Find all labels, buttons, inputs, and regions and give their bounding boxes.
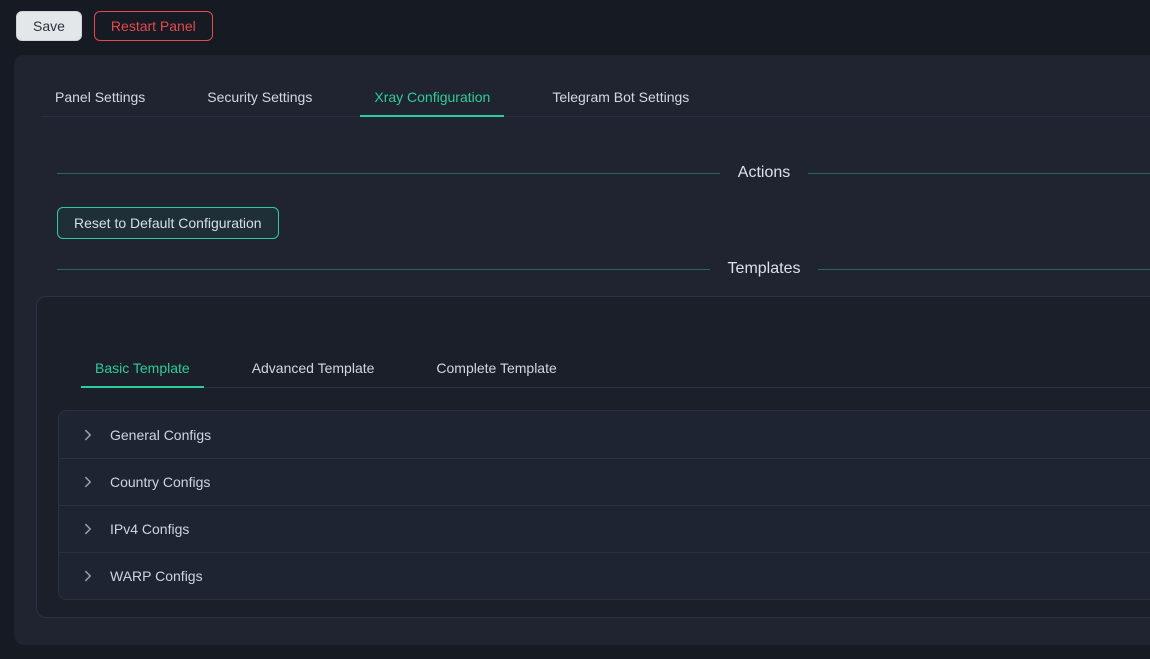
tab-complete-template[interactable]: Complete Template [422, 350, 570, 387]
tab-panel-settings[interactable]: Panel Settings [41, 79, 159, 116]
restart-panel-button[interactable]: Restart Panel [94, 11, 213, 41]
chevron-right-icon [82, 429, 94, 441]
chevron-right-icon [82, 476, 94, 488]
collapse-label: WARP Configs [110, 568, 203, 584]
settings-tab-bar: Panel Settings Security Settings Xray Co… [41, 79, 1150, 117]
tab-basic-template[interactable]: Basic Template [81, 350, 204, 387]
tab-xray-configuration[interactable]: Xray Configuration [360, 79, 504, 116]
collapse-label: General Configs [110, 427, 211, 443]
settings-card: Panel Settings Security Settings Xray Co… [14, 55, 1150, 645]
tab-telegram-bot-settings[interactable]: Telegram Bot Settings [538, 79, 703, 116]
config-collapse: General Configs Country Configs IPv4 Con… [58, 410, 1150, 600]
reset-default-config-button[interactable]: Reset to Default Configuration [57, 207, 279, 239]
chevron-right-icon [82, 523, 94, 535]
templates-card: Basic Template Advanced Template Complet… [36, 296, 1150, 618]
template-tab-bar: Basic Template Advanced Template Complet… [81, 350, 1150, 388]
actions-divider: Actions [57, 161, 1150, 185]
collapse-label: Country Configs [110, 474, 210, 490]
collapse-header-ipv4-configs[interactable]: IPv4 Configs [59, 505, 1150, 552]
tab-security-settings[interactable]: Security Settings [193, 79, 326, 116]
collapse-label: IPv4 Configs [110, 521, 189, 537]
collapse-header-general-configs[interactable]: General Configs [59, 411, 1150, 458]
chevron-right-icon [82, 570, 94, 582]
actions-divider-label: Actions [738, 164, 790, 182]
templates-divider-label: Templates [728, 260, 801, 278]
save-button[interactable]: Save [16, 11, 82, 41]
collapse-header-country-configs[interactable]: Country Configs [59, 458, 1150, 505]
tab-advanced-template[interactable]: Advanced Template [238, 350, 389, 387]
templates-divider: Templates [57, 257, 1150, 281]
topbar: Save Restart Panel [0, 0, 1150, 52]
collapse-header-warp-configs[interactable]: WARP Configs [59, 552, 1150, 599]
